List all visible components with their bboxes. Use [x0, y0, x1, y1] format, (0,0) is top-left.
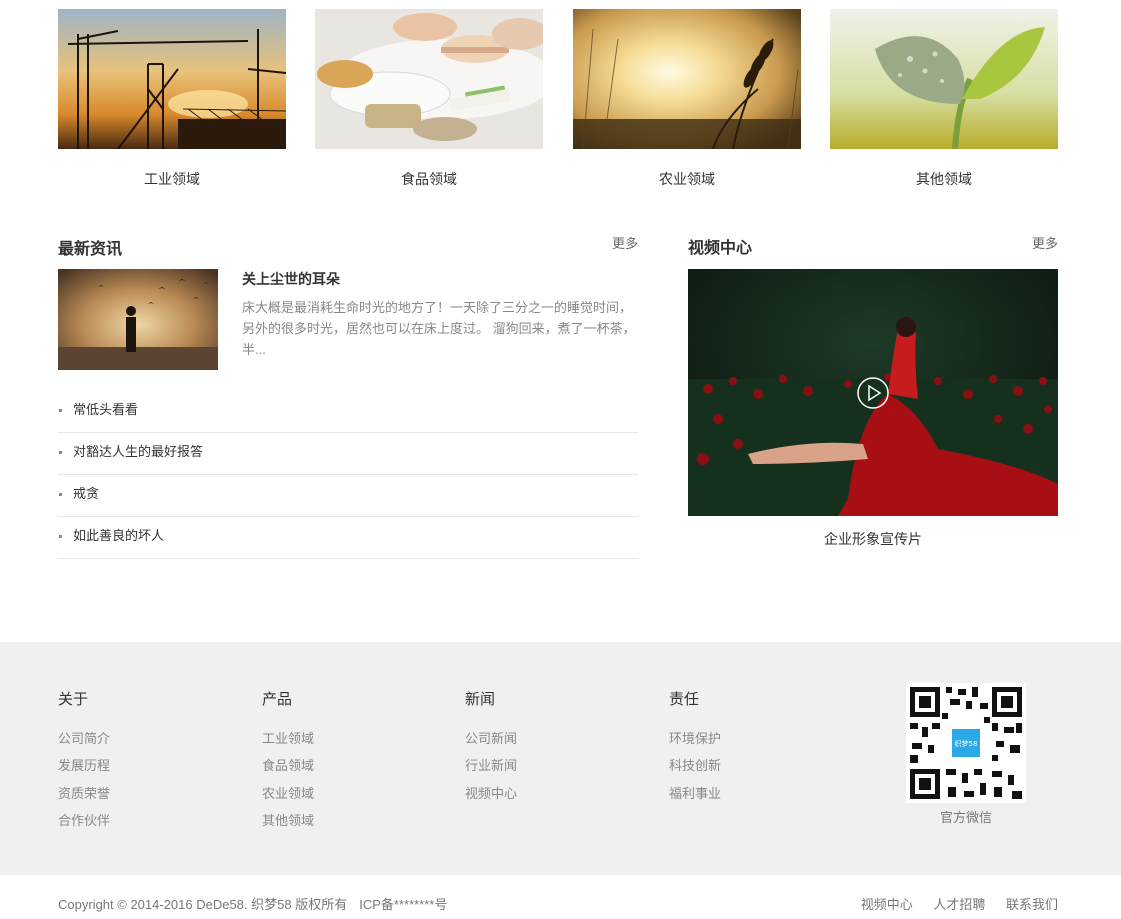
category-food[interactable]: 食品领域: [315, 9, 543, 189]
video-title: 视频中心: [688, 240, 753, 257]
featured-article-title[interactable]: 关上尘世的耳朵: [242, 269, 340, 289]
footer-link[interactable]: 食品领域: [262, 752, 422, 779]
category-industry-label[interactable]: 工业领域: [58, 169, 286, 189]
footer-link[interactable]: 科技创新: [669, 752, 829, 779]
footer-column-about: 关于 公司简介 发展历程 资质荣誉 合作伙伴: [58, 688, 218, 834]
category-other[interactable]: 其他领域: [830, 9, 1058, 189]
bullet-icon: [59, 451, 62, 454]
video-header: 视频中心 更多: [688, 232, 1058, 258]
footer-link[interactable]: 工业领域: [262, 725, 422, 752]
footer-column-products: 产品 工业领域 食品领域 农业领域 其他领域: [262, 688, 422, 834]
list-item[interactable]: 对豁达人生的最好报答: [58, 433, 638, 475]
icp-number[interactable]: ICP备********号: [359, 897, 447, 912]
list-item[interactable]: 戒贪: [58, 475, 638, 517]
list-item-label[interactable]: 戒贪: [73, 486, 99, 501]
category-agriculture-label[interactable]: 农业领域: [573, 169, 801, 189]
footer-column-responsibility: 责任 环境保护 科技创新 福利事业: [669, 688, 829, 807]
bottom-link-video[interactable]: 视频中心: [861, 897, 913, 912]
footer-heading: 新闻: [465, 691, 496, 708]
category-food-image[interactable]: [315, 9, 543, 149]
qr-label: 官方微信: [939, 810, 992, 825]
qr-code-icon: 织梦58: [906, 683, 1026, 803]
category-industry[interactable]: 工业领域: [58, 9, 286, 189]
featured-article-summary: 床大概是最消耗生命时光的地方了！一天除了三分之一的睡觉时间，另外的很多时光，居然…: [242, 300, 636, 357]
footer-link[interactable]: 资质荣誉: [58, 780, 218, 807]
site-footer: 关于 公司简介 发展历程 资质荣誉 合作伙伴 产品 工业领域 食品领域 农业领域…: [0, 642, 1121, 875]
footer-link[interactable]: 视频中心: [465, 780, 625, 807]
footer-link[interactable]: 发展历程: [58, 752, 218, 779]
list-item[interactable]: 如此善良的坏人: [58, 517, 638, 559]
footer-heading: 关于: [58, 691, 89, 708]
category-agriculture-image[interactable]: [573, 9, 801, 149]
list-item[interactable]: 常低头看看: [58, 391, 638, 433]
latest-news-section: 最新资讯 更多 关上尘世的耳朵 床大概是最消耗生命时光的地方了！一天除了三分之一…: [58, 232, 638, 559]
featured-article[interactable]: 关上尘世的耳朵 床大概是最消耗生命时光的地方了！一天除了三分之一的睡觉时间，另外…: [58, 269, 638, 370]
category-other-image[interactable]: [830, 9, 1058, 149]
bottom-link-contact[interactable]: 联系我们: [1006, 897, 1058, 912]
footer-link[interactable]: 行业新闻: [465, 752, 625, 779]
video-more-link[interactable]: 更多: [1032, 233, 1058, 252]
footer-link[interactable]: 农业领域: [262, 780, 422, 807]
bullet-icon: [59, 535, 62, 538]
featured-article-image[interactable]: [58, 269, 218, 370]
category-strip: 工业领域 食品领域 农业领域 其他领域: [58, 9, 1058, 199]
category-food-label[interactable]: 食品领域: [315, 169, 543, 189]
footer-link[interactable]: 其他领域: [262, 807, 422, 834]
qr-center-text: 织梦58: [955, 739, 978, 748]
bullet-icon: [59, 493, 62, 496]
bullet-icon: [59, 409, 62, 412]
footer-link[interactable]: 环境保护: [669, 725, 829, 752]
footer-link[interactable]: 合作伙伴: [58, 807, 218, 834]
category-other-label[interactable]: 其他领域: [830, 169, 1058, 189]
list-item-label[interactable]: 如此善良的坏人: [73, 528, 164, 543]
footer-link[interactable]: 福利事业: [669, 780, 829, 807]
video-caption[interactable]: 企业形象宣传片: [688, 529, 1058, 549]
news-title: 最新资讯: [58, 241, 123, 258]
bottom-link-careers[interactable]: 人才招聘: [933, 897, 985, 912]
category-agriculture[interactable]: 农业领域: [573, 9, 801, 189]
category-industry-image[interactable]: [58, 9, 286, 149]
list-item-label[interactable]: 常低头看看: [73, 402, 138, 417]
news-header: 最新资讯 更多: [58, 232, 638, 258]
footer-link[interactable]: 公司新闻: [465, 725, 625, 752]
copyright: Copyright © 2014-2016 DeDe58. 织梦58 版权所有 I…: [58, 894, 459, 913]
news-more-link[interactable]: 更多: [612, 233, 638, 252]
list-item-label[interactable]: 对豁达人生的最好报答: [73, 444, 203, 459]
footer-heading: 产品: [262, 691, 293, 708]
video-center-section: 视频中心 更多 企业形象宣传片: [688, 232, 1058, 549]
video-player[interactable]: [688, 269, 1058, 516]
footer-column-news: 新闻 公司新闻 行业新闻 视频中心: [465, 688, 625, 807]
copyright-text: Copyright © 2014-2016 DeDe58. 织梦58 版权所有: [58, 897, 348, 912]
bottom-links: 视频中心 人才招聘 联系我们: [844, 894, 1058, 913]
news-list: 常低头看看 对豁达人生的最好报答 戒贪 如此善良的坏人: [58, 391, 638, 559]
footer-heading: 责任: [669, 691, 700, 708]
bottom-bar: Copyright © 2014-2016 DeDe58. 织梦58 版权所有 I…: [0, 875, 1121, 919]
wechat-qr: 织梦58 官方微信: [906, 683, 1026, 826]
footer-link[interactable]: 公司简介: [58, 725, 218, 752]
